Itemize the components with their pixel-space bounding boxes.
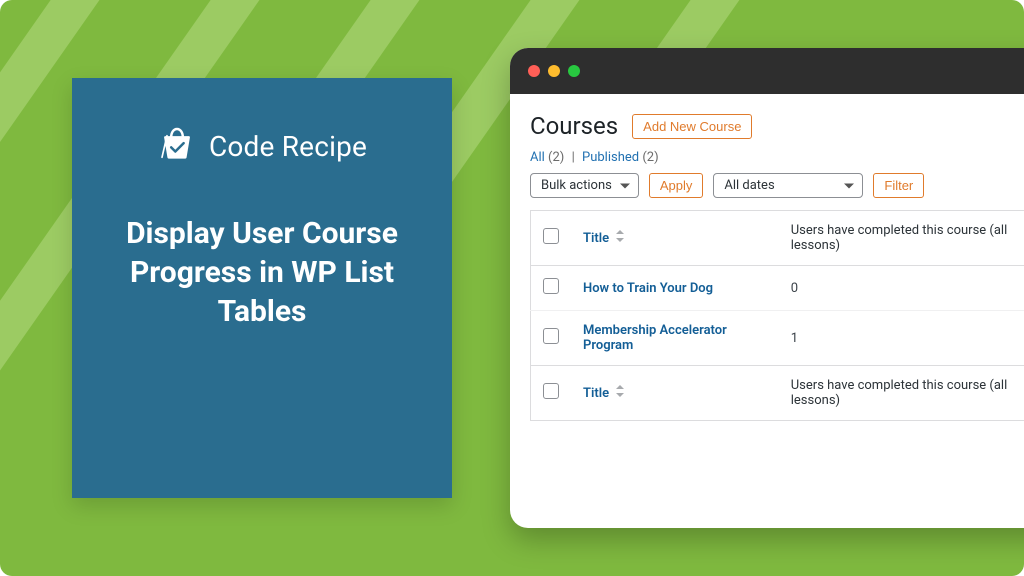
filter-published-link[interactable]: Published: [582, 150, 639, 165]
filter-button[interactable]: Filter: [873, 173, 924, 198]
promo-card: Code Recipe Display User Course Progress…: [72, 78, 452, 498]
window-titlebar: [510, 48, 1024, 94]
separator: |: [572, 150, 575, 165]
filter-all-count: (2): [548, 150, 564, 165]
sort-icon: [615, 385, 625, 401]
column-footer-title[interactable]: Title: [583, 385, 625, 401]
status-filter-links: All (2) | Published (2): [530, 150, 1024, 165]
window-min-dot[interactable]: [548, 65, 560, 77]
shopping-bag-check-icon: [157, 124, 197, 168]
table-row: How to Train Your Dog 0: [531, 266, 1024, 311]
filter-all-link[interactable]: All: [530, 150, 545, 165]
table-row: Membership Accelerator Program 1: [531, 311, 1024, 366]
chevron-down-icon: [844, 183, 854, 188]
bulk-actions-label: Bulk actions: [541, 178, 612, 193]
add-new-course-button[interactable]: Add New Course: [632, 114, 752, 139]
page-title: Courses: [530, 112, 618, 140]
courses-table: Title Users have completed this course (…: [530, 210, 1024, 421]
filter-published-count: (2): [642, 150, 658, 165]
completed-count: 0: [779, 266, 1024, 311]
column-header-completed: Users have completed this course (all le…: [779, 211, 1024, 266]
select-all-checkbox[interactable]: [543, 228, 559, 244]
date-filter-select[interactable]: All dates: [713, 173, 863, 198]
row-checkbox[interactable]: [543, 328, 559, 344]
row-checkbox[interactable]: [543, 278, 559, 294]
filter-bar: Bulk actions Apply All dates Filter: [530, 173, 1024, 198]
table-footer-row: Title Users have completed this course (…: [531, 366, 1024, 421]
bulk-actions-select[interactable]: Bulk actions: [530, 173, 639, 198]
course-title-link[interactable]: Membership Accelerator Program: [583, 323, 727, 353]
select-all-checkbox-footer[interactable]: [543, 383, 559, 399]
window-close-dot[interactable]: [528, 65, 540, 77]
wp-admin-page: Courses Add New Course All (2) | Publish…: [510, 94, 1024, 528]
page-header: Courses Add New Course: [530, 112, 1024, 140]
brand: Code Recipe: [157, 124, 367, 168]
completed-count: 1: [779, 311, 1024, 366]
brand-name: Code Recipe: [209, 130, 367, 163]
date-filter-label: All dates: [724, 178, 774, 193]
window-max-dot[interactable]: [568, 65, 580, 77]
canvas: Code Recipe Display User Course Progress…: [0, 0, 1024, 576]
apply-button[interactable]: Apply: [649, 173, 704, 198]
column-header-title[interactable]: Title: [583, 230, 625, 246]
sort-icon: [615, 230, 625, 246]
table-header-row: Title Users have completed this course (…: [531, 211, 1024, 266]
browser-window: Courses Add New Course All (2) | Publish…: [510, 48, 1024, 528]
promo-title: Display User Course Progress in WP List …: [108, 214, 416, 331]
course-title-link[interactable]: How to Train Your Dog: [583, 281, 713, 296]
column-footer-completed: Users have completed this course (all le…: [779, 366, 1024, 421]
chevron-down-icon: [620, 183, 630, 188]
